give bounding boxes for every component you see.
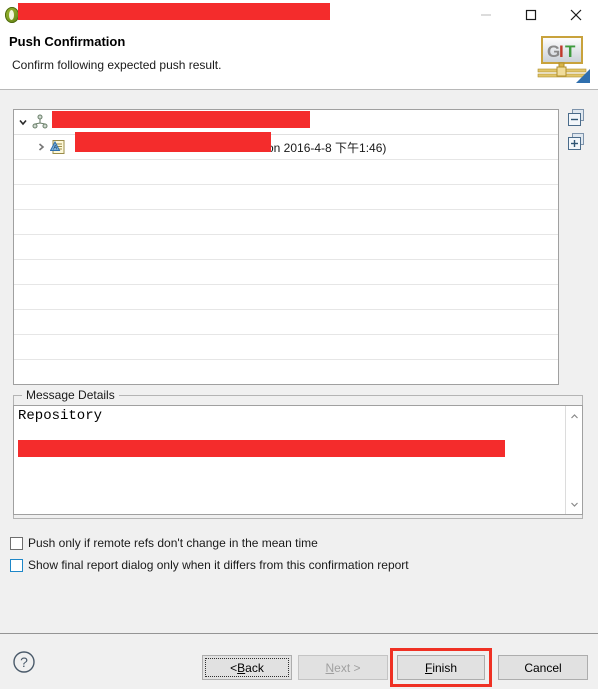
expand-all-button[interactable]: [568, 133, 586, 151]
repository-icon: [32, 114, 50, 130]
chevron-down-icon[interactable]: [14, 117, 32, 127]
tree-node-label: on 2016-4-8 下午1:46): [267, 140, 387, 155]
table-row-empty: [14, 185, 558, 210]
git-logo-icon: G I T: [530, 33, 592, 85]
finish-button[interactable]: Finish: [397, 655, 485, 680]
chevron-right-icon[interactable]: [32, 142, 50, 152]
collapse-all-button[interactable]: [568, 109, 586, 127]
close-icon[interactable]: [553, 0, 598, 30]
footer-buttons: < Back Next > Finish Cancel: [196, 648, 588, 687]
table-row-empty: [14, 360, 558, 384]
checkbox-show-final-report[interactable]: [10, 558, 23, 572]
svg-text:A: A: [53, 146, 57, 152]
next-button: Next >: [298, 655, 388, 680]
finish-button-key: F: [424, 660, 433, 675]
table-row-empty: [14, 285, 558, 310]
next-button-key: N: [325, 660, 335, 675]
help-glyph: ?: [20, 654, 28, 670]
dialog-header: Push Confirmation Confirm following expe…: [0, 30, 598, 90]
page-subtitle: Confirm following expected push result.: [12, 58, 222, 72]
checkbox-push-only[interactable]: [10, 536, 23, 550]
table-row-empty: [14, 335, 558, 360]
table-row[interactable]: [14, 110, 558, 135]
finish-button-highlight: Finish: [390, 648, 492, 687]
maximize-icon[interactable]: [508, 0, 553, 30]
svg-text:T: T: [565, 42, 576, 61]
tree-side-buttons: [568, 109, 590, 157]
cancel-button[interactable]: Cancel: [498, 655, 588, 680]
finish-button-post: inish: [432, 660, 458, 675]
push-result-tree[interactable]: A on 2016-4-8 下午1:46): [13, 109, 559, 385]
title-bar: [0, 0, 598, 30]
back-button-key: B: [237, 660, 246, 675]
chevron-down-icon[interactable]: [566, 496, 582, 512]
window-controls: [463, 0, 598, 30]
checkbox-row-show-final-report[interactable]: Show final report dialog only when it di…: [10, 558, 409, 572]
checkbox-row-push-only[interactable]: Push only if remote refs don't change in…: [10, 536, 318, 550]
vertical-scrollbar[interactable]: [565, 406, 582, 514]
minimize-icon[interactable]: [463, 0, 508, 30]
table-row-empty: [14, 260, 558, 285]
help-button[interactable]: ?: [12, 650, 36, 674]
back-button-pre: <: [230, 660, 238, 675]
table-row-empty: [14, 235, 558, 260]
back-button-post: ack: [245, 660, 264, 675]
message-details-label: Message Details: [22, 388, 119, 402]
page-title: Push Confirmation: [9, 34, 126, 49]
table-row[interactable]: A on 2016-4-8 下午1:46): [14, 135, 558, 160]
eclipse-icon: [4, 7, 20, 23]
message-details-textarea[interactable]: Repository: [13, 405, 583, 515]
table-row-empty: [14, 160, 558, 185]
message-details-text: Repository: [18, 408, 103, 424]
checkbox-push-only-label: Push only if remote refs don't change in…: [28, 536, 318, 550]
table-row-empty: [14, 310, 558, 335]
svg-text:I: I: [559, 42, 564, 61]
dialog-footer: ? < Back Next > Finish Cancel: [0, 633, 598, 689]
checkbox-show-final-report-label: Show final report dialog only when it di…: [28, 558, 409, 572]
next-button-post: ext >: [334, 660, 361, 675]
cancel-button-post: Cancel: [524, 660, 562, 675]
ref-update-icon: A: [49, 139, 68, 155]
table-row-empty: [14, 210, 558, 235]
back-button[interactable]: < Back: [202, 655, 292, 680]
dialog-body: A on 2016-4-8 下午1:46) Message Details Re…: [0, 90, 598, 633]
chevron-up-icon[interactable]: [566, 408, 582, 424]
